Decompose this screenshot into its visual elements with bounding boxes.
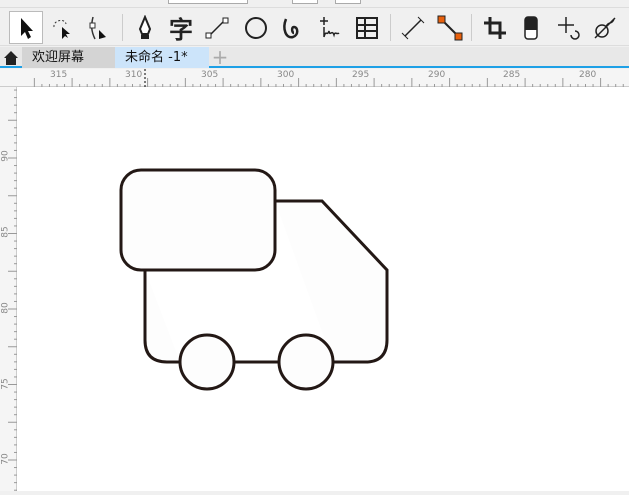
new-tab-button[interactable]: + bbox=[209, 47, 231, 68]
text-tool-glyph: 字 bbox=[169, 16, 193, 44]
tab-welcome-screen[interactable]: 欢迎屏幕 bbox=[22, 47, 115, 68]
ruler-label: 290 bbox=[428, 70, 446, 80]
ruler-label: 305 bbox=[201, 70, 219, 80]
ruler-label: 70 bbox=[0, 453, 11, 465]
transform-tool[interactable] bbox=[551, 11, 585, 44]
ruler-label: 280 bbox=[579, 70, 597, 80]
artistic-media-tool[interactable] bbox=[276, 11, 310, 44]
property-field[interactable] bbox=[168, 0, 248, 4]
connector-tool[interactable] bbox=[433, 11, 467, 44]
dimension-icon bbox=[401, 16, 425, 39]
node-edit-icon bbox=[89, 16, 106, 39]
lasso-icon bbox=[53, 19, 70, 39]
horizontal-ruler[interactable]: 315 310 305 300 295 290 285 280 bbox=[0, 69, 629, 87]
ruler-label: 300 bbox=[277, 70, 295, 80]
property-bar bbox=[0, 0, 629, 8]
ellipse-icon bbox=[245, 16, 267, 39]
ruler-label: 310 bbox=[125, 70, 143, 80]
text-tool[interactable]: 字 bbox=[164, 11, 198, 44]
pen-nib-icon bbox=[138, 14, 152, 39]
tab-label: 未命名 -1* bbox=[125, 50, 188, 65]
smart-drawing-tool[interactable] bbox=[312, 11, 346, 44]
brush-stroke-icon bbox=[283, 18, 299, 38]
squiggle-icon bbox=[320, 16, 340, 38]
toolbox: 字 bbox=[0, 9, 629, 46]
dimension-tool[interactable] bbox=[396, 11, 430, 44]
shape-tool[interactable] bbox=[80, 11, 114, 44]
ruler-label: 90 bbox=[0, 150, 11, 162]
ruler-label: 285 bbox=[503, 70, 521, 80]
drawing-canvas[interactable] bbox=[17, 87, 629, 491]
connector-icon bbox=[437, 15, 463, 40]
property-field[interactable] bbox=[335, 0, 361, 4]
ruler-ticks bbox=[33, 69, 624, 87]
rear-wheel bbox=[277, 333, 335, 391]
home-icon bbox=[4, 50, 18, 65]
arrow-cursor-icon bbox=[21, 17, 33, 39]
ruler-ticks bbox=[8, 89, 17, 491]
table-tool[interactable] bbox=[350, 11, 384, 44]
ellipse-tool[interactable] bbox=[240, 11, 274, 44]
pen-tool[interactable] bbox=[128, 11, 162, 44]
line-icon bbox=[205, 17, 229, 38]
blend-tool[interactable] bbox=[588, 11, 622, 44]
home-tab[interactable] bbox=[0, 47, 22, 68]
ruler-label: 85 bbox=[0, 226, 11, 238]
ruler-label: 75 bbox=[0, 378, 11, 390]
vertical-ruler[interactable]: 90 85 80 75 70 bbox=[0, 87, 17, 491]
ruler-label: 80 bbox=[0, 302, 11, 314]
tab-untitled-document[interactable]: 未命名 -1* bbox=[115, 47, 209, 68]
truck-cab bbox=[119, 168, 277, 272]
freehand-pick-tool[interactable] bbox=[45, 11, 79, 44]
eraser-tool[interactable] bbox=[514, 11, 548, 44]
line-tool[interactable] bbox=[200, 11, 234, 44]
crop-tool[interactable] bbox=[478, 11, 512, 44]
tab-label: 欢迎屏幕 bbox=[32, 50, 85, 65]
crop-icon bbox=[484, 16, 506, 39]
property-field[interactable] bbox=[292, 0, 318, 4]
move-rotate-icon bbox=[558, 16, 580, 40]
eraser-icon bbox=[524, 15, 538, 40]
document-tabs: 欢迎屏幕 未命名 -1* + bbox=[0, 47, 629, 68]
ruler-label: 315 bbox=[50, 70, 68, 80]
front-wheel bbox=[178, 333, 236, 391]
blend-icon bbox=[594, 16, 616, 39]
pick-tool[interactable] bbox=[9, 11, 43, 44]
table-icon bbox=[356, 16, 378, 39]
truck-drawing[interactable] bbox=[17, 87, 629, 491]
ruler-label: 295 bbox=[352, 70, 370, 80]
